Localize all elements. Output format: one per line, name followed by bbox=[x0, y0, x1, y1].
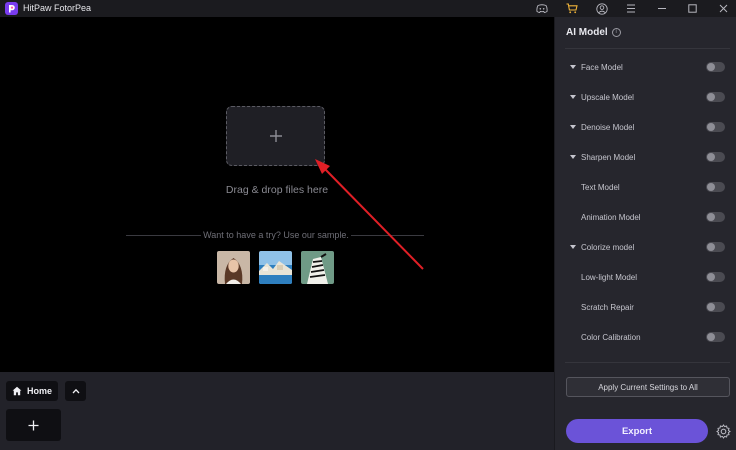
panel-divider-bottom bbox=[565, 362, 730, 363]
model-label: Low-light Model bbox=[581, 272, 638, 282]
model-row: Low-light Model bbox=[555, 269, 736, 285]
divider-right bbox=[351, 235, 424, 236]
caret-down-icon[interactable] bbox=[570, 155, 576, 159]
ai-model-panel: AI Model i Face Model Upscale Model Denois… bbox=[554, 17, 736, 450]
model-toggle[interactable] bbox=[706, 272, 725, 282]
model-label: Face Model bbox=[581, 62, 623, 72]
model-toggle[interactable] bbox=[706, 212, 725, 222]
file-tray: Home bbox=[0, 372, 554, 450]
sample-thumb-portrait[interactable] bbox=[217, 251, 250, 284]
account-button[interactable] bbox=[591, 0, 613, 17]
drop-zone[interactable] bbox=[226, 106, 325, 166]
home-icon bbox=[12, 386, 22, 396]
model-label: Scratch Repair bbox=[581, 302, 634, 312]
model-row: Sharpen Model bbox=[555, 149, 736, 165]
model-toggle[interactable] bbox=[706, 92, 725, 102]
discord-button[interactable] bbox=[531, 0, 553, 17]
minimize-button[interactable] bbox=[651, 0, 673, 17]
model-row: Text Model bbox=[555, 179, 736, 195]
model-label: Upscale Model bbox=[581, 92, 634, 102]
model-row: Denoise Model bbox=[555, 119, 736, 135]
app-title: HitPaw FotorPea bbox=[23, 3, 92, 13]
model-label: Animation Model bbox=[581, 212, 641, 222]
chevron-up-icon bbox=[72, 388, 79, 394]
sample-thumb-zebra[interactable] bbox=[301, 251, 334, 284]
sample-prompt: Want to have a try? Use our sample. bbox=[203, 230, 349, 240]
caret-down-icon[interactable] bbox=[570, 125, 576, 129]
model-toggle[interactable] bbox=[706, 242, 725, 252]
model-toggle[interactable] bbox=[706, 182, 725, 192]
panel-divider-top bbox=[565, 48, 730, 49]
gear-icon bbox=[715, 423, 731, 439]
add-file-button[interactable] bbox=[6, 409, 61, 441]
plus-icon bbox=[269, 130, 282, 142]
close-button[interactable] bbox=[712, 0, 734, 17]
model-toggle[interactable] bbox=[706, 332, 725, 342]
maximize-button[interactable] bbox=[681, 0, 703, 17]
model-row: Upscale Model bbox=[555, 89, 736, 105]
app-window: HitPaw FotorPea Drag & drop files here W… bbox=[0, 0, 736, 450]
model-label: Text Model bbox=[581, 182, 620, 192]
model-toggle[interactable] bbox=[706, 152, 725, 162]
cart-icon bbox=[566, 3, 578, 14]
menu-button[interactable] bbox=[620, 0, 642, 17]
user-account-icon bbox=[596, 2, 608, 15]
panel-title: AI Model bbox=[566, 27, 608, 38]
info-icon[interactable]: i bbox=[611, 28, 621, 37]
model-row: Face Model bbox=[555, 59, 736, 75]
model-label: Color Calibration bbox=[581, 332, 641, 342]
store-button[interactable] bbox=[561, 0, 583, 17]
model-row: Colorize model bbox=[555, 239, 736, 255]
caret-down-icon[interactable] bbox=[570, 65, 576, 69]
panel-header: AI Model i bbox=[566, 27, 621, 38]
model-toggle[interactable] bbox=[706, 122, 725, 132]
close-icon bbox=[719, 4, 727, 13]
apply-all-button[interactable]: Apply Current Settings to All bbox=[566, 377, 730, 397]
model-label: Sharpen Model bbox=[581, 152, 636, 162]
caret-down-icon[interactable] bbox=[570, 245, 576, 249]
maximize-icon bbox=[687, 4, 697, 13]
discord-icon bbox=[536, 4, 548, 13]
model-toggle[interactable] bbox=[706, 62, 725, 72]
settings-button[interactable] bbox=[715, 423, 731, 439]
caret-down-icon[interactable] bbox=[570, 95, 576, 99]
collapse-tray-button[interactable] bbox=[65, 381, 86, 401]
model-row: Scratch Repair bbox=[555, 299, 736, 315]
minimize-icon bbox=[658, 8, 666, 9]
divider-left bbox=[126, 235, 201, 236]
menu-icon bbox=[627, 4, 635, 13]
app-logo-icon bbox=[5, 2, 18, 15]
title-bar: HitPaw FotorPea bbox=[0, 0, 736, 17]
export-button[interactable]: Export bbox=[566, 419, 708, 443]
model-toggle[interactable] bbox=[706, 302, 725, 312]
model-row: Animation Model bbox=[555, 209, 736, 225]
model-label: Colorize model bbox=[581, 242, 635, 252]
workspace-canvas: Drag & drop files here Want to have a tr… bbox=[0, 17, 554, 372]
model-row: Color Calibration bbox=[555, 329, 736, 345]
model-label: Denoise Model bbox=[581, 122, 635, 132]
drop-hint-text: Drag & drop files here bbox=[225, 184, 329, 196]
home-label: Home bbox=[27, 386, 53, 396]
sample-thumb-coast[interactable] bbox=[259, 251, 292, 284]
plus-icon bbox=[28, 420, 39, 430]
home-button[interactable]: Home bbox=[6, 381, 58, 401]
